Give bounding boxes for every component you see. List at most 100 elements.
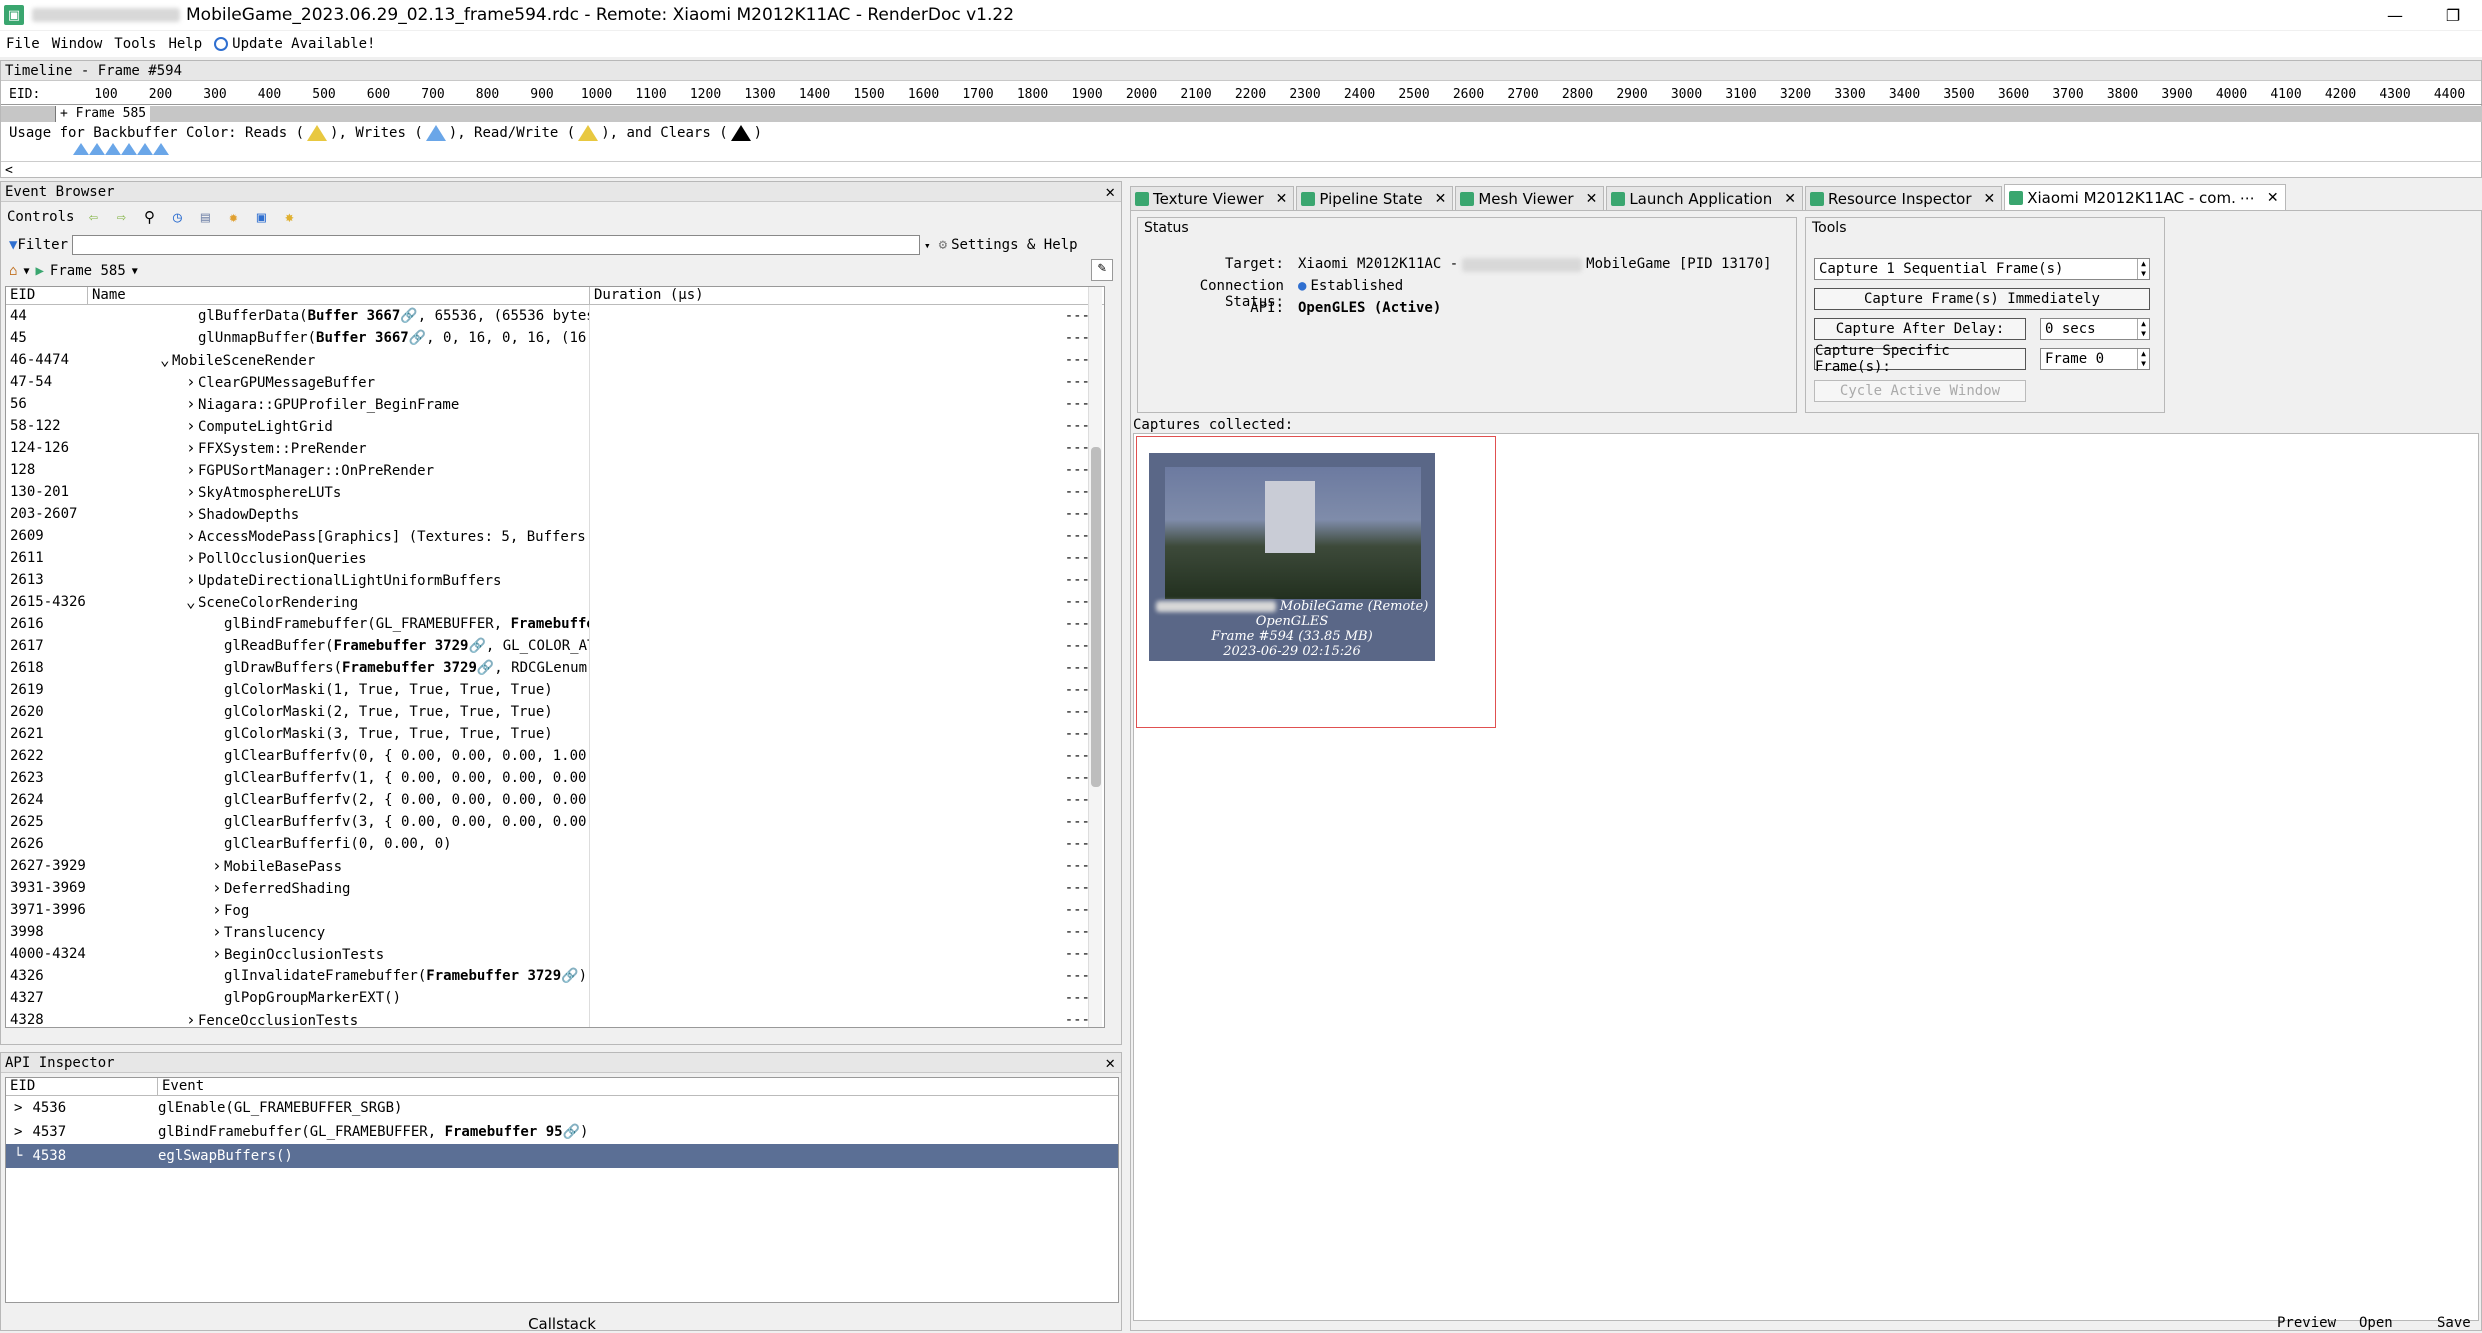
col-duration[interactable]: Duration (µs)	[590, 287, 1104, 304]
close-icon[interactable]: ✕	[1435, 191, 1447, 207]
chevron-right-icon[interactable]: ›	[186, 459, 198, 481]
settings-icon[interactable]: ⚙	[939, 237, 947, 253]
preview-button[interactable]: Preview	[2277, 1315, 2336, 1331]
capture-item[interactable]: MobileGame (Remote) OpenGLES Frame #594 …	[1136, 436, 1496, 728]
edit-note-icon[interactable]: ✎	[1091, 259, 1113, 281]
table-row[interactable]: 203-2607 › ShadowDepths ---	[6, 503, 1104, 525]
save-button[interactable]: Save	[2437, 1315, 2471, 1331]
table-row[interactable]: 3998 › Translucency ---	[6, 921, 1104, 943]
tab-2[interactable]: Mesh Viewer ✕	[1455, 186, 1605, 210]
frame-marker-label[interactable]: + Frame 585	[55, 106, 151, 122]
table-row[interactable]: 56 › Niagara::GPUProfiler_BeginFrame ---	[6, 393, 1104, 415]
spin-arrows-icon[interactable]: ▲ ▼	[2137, 349, 2149, 369]
table-row[interactable]: 2621 glColorMaski(3, True, True, True, Tr…	[6, 723, 1104, 745]
capture-delay-button[interactable]: Capture After Delay:	[1814, 318, 2026, 340]
api-row[interactable]: >4537 glBindFramebuffer(GL_FRAMEBUFFER, F…	[6, 1120, 1118, 1144]
time-clock-icon[interactable]: ◷	[168, 208, 186, 226]
table-row[interactable]: 44 glBufferData(Buffer 3667🔗, 65536, (655…	[6, 305, 1104, 327]
star-icon[interactable]: ✸	[280, 208, 298, 226]
bookmark-icon[interactable]: ▤	[196, 208, 214, 226]
chevron-right-icon[interactable]: ›	[212, 943, 224, 965]
chevron-right-icon[interactable]: >	[14, 1124, 22, 1140]
table-row[interactable]: 46-4474 ⌄ MobileSceneRender ---	[6, 349, 1104, 371]
cycle-window-button[interactable]: Cycle Active Window	[1814, 380, 2026, 402]
table-row[interactable]: 4000-4324 › BeginOcclusionTests ---	[6, 943, 1104, 965]
filter-input[interactable]	[72, 235, 921, 255]
frame-bar[interactable]	[1, 106, 2482, 122]
save-icon[interactable]: ▣	[252, 208, 270, 226]
close-icon[interactable]: ✕	[1984, 191, 1996, 207]
chevron-right-icon[interactable]: >	[14, 1100, 22, 1116]
chevron-right-icon[interactable]: ›	[212, 855, 224, 877]
forward-arrow-icon[interactable]: ⇨	[112, 208, 130, 226]
minimize-button[interactable]: —	[2366, 0, 2424, 30]
capture-count-spinbox[interactable]: Capture 1 Sequential Frame(s) ▲ ▼	[1814, 258, 2150, 280]
capture-specific-button[interactable]: Capture Specific Frame(s):	[1814, 343, 2026, 375]
scroll-left-button[interactable]: <	[1, 163, 13, 178]
table-row[interactable]: 2617 glReadBuffer(Framebuffer 3729🔗, GL_C…	[6, 635, 1104, 657]
callstack-splitter[interactable]: Callstack	[1, 1315, 1123, 1333]
table-row[interactable]: 2613 › UpdateDirectionalLightUniformBuffer…	[6, 569, 1104, 591]
table-row[interactable]: 2627-3929 › MobileBasePass ---	[6, 855, 1104, 877]
home-icon[interactable]: ⌂	[9, 263, 17, 279]
close-icon[interactable]: ✕	[1105, 1053, 1115, 1072]
tree-branch-icon[interactable]: └	[14, 1148, 22, 1164]
open-button[interactable]: Open	[2359, 1315, 2393, 1331]
table-row[interactable]: 2624 glClearBufferfv(2, { 0.00, 0.00, 0.0…	[6, 789, 1104, 811]
table-row[interactable]: 124-126 › FFXSystem::PreRender ---	[6, 437, 1104, 459]
chevron-right-icon[interactable]: ›	[186, 393, 198, 415]
chevron-right-icon[interactable]: ›	[186, 1009, 198, 1027]
scrollbar-thumb[interactable]	[1091, 447, 1101, 787]
close-icon[interactable]: ✕	[1105, 182, 1115, 201]
table-row[interactable]: 4328 › FenceOcclusionTests ---	[6, 1009, 1104, 1027]
chevron-right-icon[interactable]: ›	[186, 371, 198, 393]
chevron-right-icon[interactable]: ›	[212, 877, 224, 899]
table-row[interactable]: 2623 glClearBufferfv(1, { 0.00, 0.00, 0.0…	[6, 767, 1104, 789]
table-row[interactable]: 2616 glBindFramebuffer(GL_FRAMEBUFFER, Fr…	[6, 613, 1104, 635]
tab-0[interactable]: Texture Viewer ✕	[1130, 186, 1295, 210]
chevron-right-icon[interactable]: ›	[186, 547, 198, 569]
tab-1[interactable]: Pipeline State ✕	[1296, 186, 1454, 210]
menu-file[interactable]: File	[0, 36, 46, 52]
chevron-right-icon[interactable]: ›	[186, 481, 198, 503]
capture-thumbnail[interactable]: MobileGame (Remote) OpenGLES Frame #594 …	[1149, 453, 1435, 661]
settings-gear-icon[interactable]: ✹	[224, 208, 242, 226]
timeline-ruler[interactable]: EID: 100 200 300 400 500 600 700 800 900 1000 1100…	[1, 83, 2482, 105]
chevron-right-icon[interactable]: ›	[186, 569, 198, 591]
tab-5[interactable]: Xiaomi M2012K11AC - com. ⋯ ✕	[2004, 184, 2286, 210]
spin-arrows-icon[interactable]: ▲ ▼	[2137, 319, 2149, 339]
table-row[interactable]: 2625 glClearBufferfv(3, { 0.00, 0.00, 0.0…	[6, 811, 1104, 833]
more-icon[interactable]: ⋯	[2240, 189, 2255, 207]
chevron-right-icon[interactable]: ›	[186, 437, 198, 459]
chevron-right-icon[interactable]: ›	[186, 503, 198, 525]
close-icon[interactable]: ✕	[2267, 190, 2279, 206]
resource-link[interactable]: Framebuffer 3729	[334, 638, 469, 654]
col-event[interactable]: Event	[158, 1078, 1118, 1095]
chevron-right-icon[interactable]: ›	[186, 525, 198, 547]
capture-now-button[interactable]: Capture Frame(s) Immediately	[1814, 288, 2150, 310]
menu-window[interactable]: Window	[46, 36, 109, 52]
back-arrow-icon[interactable]: ⇦	[84, 208, 102, 226]
frame-spinbox[interactable]: Frame 0 ▲ ▼	[2040, 348, 2150, 370]
col-eid[interactable]: EID	[6, 1078, 158, 1095]
event-table-scrollbar[interactable]	[1088, 287, 1102, 1027]
resource-link[interactable]: Framebuffer 3729	[426, 968, 561, 984]
table-row[interactable]: 2622 glClearBufferfv(0, { 0.00, 0.00, 0.0…	[6, 745, 1104, 767]
table-row[interactable]: 3971-3996 › Fog ---	[6, 899, 1104, 921]
close-icon[interactable]: ✕	[1586, 191, 1598, 207]
resource-link[interactable]: Buffer 3667	[308, 308, 401, 324]
table-row[interactable]: 128 › FGPUSortManager::OnPreRender ---	[6, 459, 1104, 481]
close-icon[interactable]: ✕	[1784, 191, 1796, 207]
table-row[interactable]: 130-201 › SkyAtmosphereLUTs ---	[6, 481, 1104, 503]
table-row[interactable]: 2618 glDrawBuffers(Framebuffer 3729🔗, RDC…	[6, 657, 1104, 679]
close-icon[interactable]: ✕	[1276, 191, 1288, 207]
table-row[interactable]: 2615-4326 ⌄ SceneColorRendering ---	[6, 591, 1104, 613]
frame-selector[interactable]: ⌂ ▼ ▶ Frame 585 ▼ ✎	[1, 259, 1121, 283]
chevron-right-icon[interactable]: ›	[212, 921, 224, 943]
resource-link[interactable]: Framebuffer 95	[445, 1124, 563, 1140]
table-row[interactable]: 2609 › AccessModePass[Graphics] (Textures:…	[6, 525, 1104, 547]
table-row[interactable]: 45 glUnmapBuffer(Buffer 3667🔗, 0, 16, 0, …	[6, 327, 1104, 349]
chevron-down-icon[interactable]: ▼	[23, 266, 29, 277]
table-row[interactable]: 2620 glColorMaski(2, True, True, True, Tr…	[6, 701, 1104, 723]
settings-help-button[interactable]: Settings & Help	[951, 237, 1077, 253]
